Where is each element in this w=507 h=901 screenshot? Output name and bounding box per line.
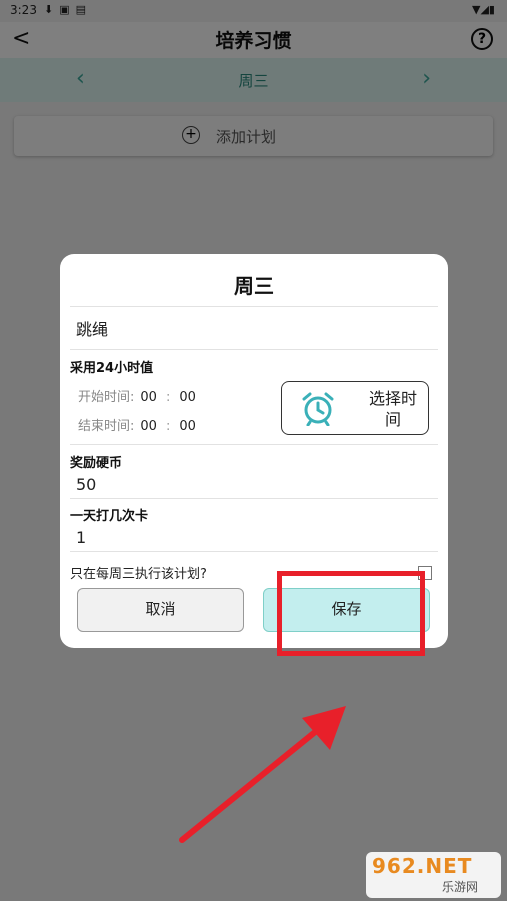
divider: [70, 349, 438, 350]
time-separator: :: [165, 419, 171, 434]
end-hour: 00: [140, 419, 157, 434]
divider: [70, 551, 438, 552]
reward-input[interactable]: 50: [76, 475, 96, 494]
divider: [70, 444, 438, 445]
highlight-box: [277, 571, 425, 656]
use-24h-label: 采用24小时值: [70, 361, 154, 376]
divider: [70, 306, 438, 307]
cancel-button[interactable]: 取消: [77, 588, 244, 632]
start-minute: 00: [179, 390, 196, 405]
watermark-brand: 962.NET: [372, 854, 473, 878]
reward-label: 奖励硬币: [70, 456, 123, 471]
divider: [70, 498, 438, 499]
start-hour: 00: [140, 390, 157, 405]
alarm-clock-icon: [302, 392, 334, 426]
end-time-label: 结束时间:: [78, 419, 135, 434]
checkins-input[interactable]: 1: [76, 528, 86, 547]
only-weekday-label: 只在每周三执行该计划?: [70, 567, 207, 582]
dialog-title: 周三: [234, 274, 274, 298]
select-time-button[interactable]: 选择时间: [281, 381, 429, 435]
checkins-label: 一天打几次卡: [70, 509, 149, 524]
time-separator: :: [165, 390, 171, 405]
watermark-sub: 乐游网: [442, 880, 479, 894]
plan-name-field[interactable]: 跳绳: [76, 316, 108, 340]
end-minute: 00: [179, 419, 196, 434]
pointer-arrow-icon: [179, 706, 346, 843]
end-time-row: 结束时间: 00:00: [78, 415, 196, 434]
site-watermark: 962.NET 乐游网: [366, 852, 501, 898]
start-time-label: 开始时间:: [78, 390, 135, 405]
start-time-row: 开始时间: 00:00: [78, 386, 196, 405]
select-time-label: 选择时间: [368, 389, 417, 429]
